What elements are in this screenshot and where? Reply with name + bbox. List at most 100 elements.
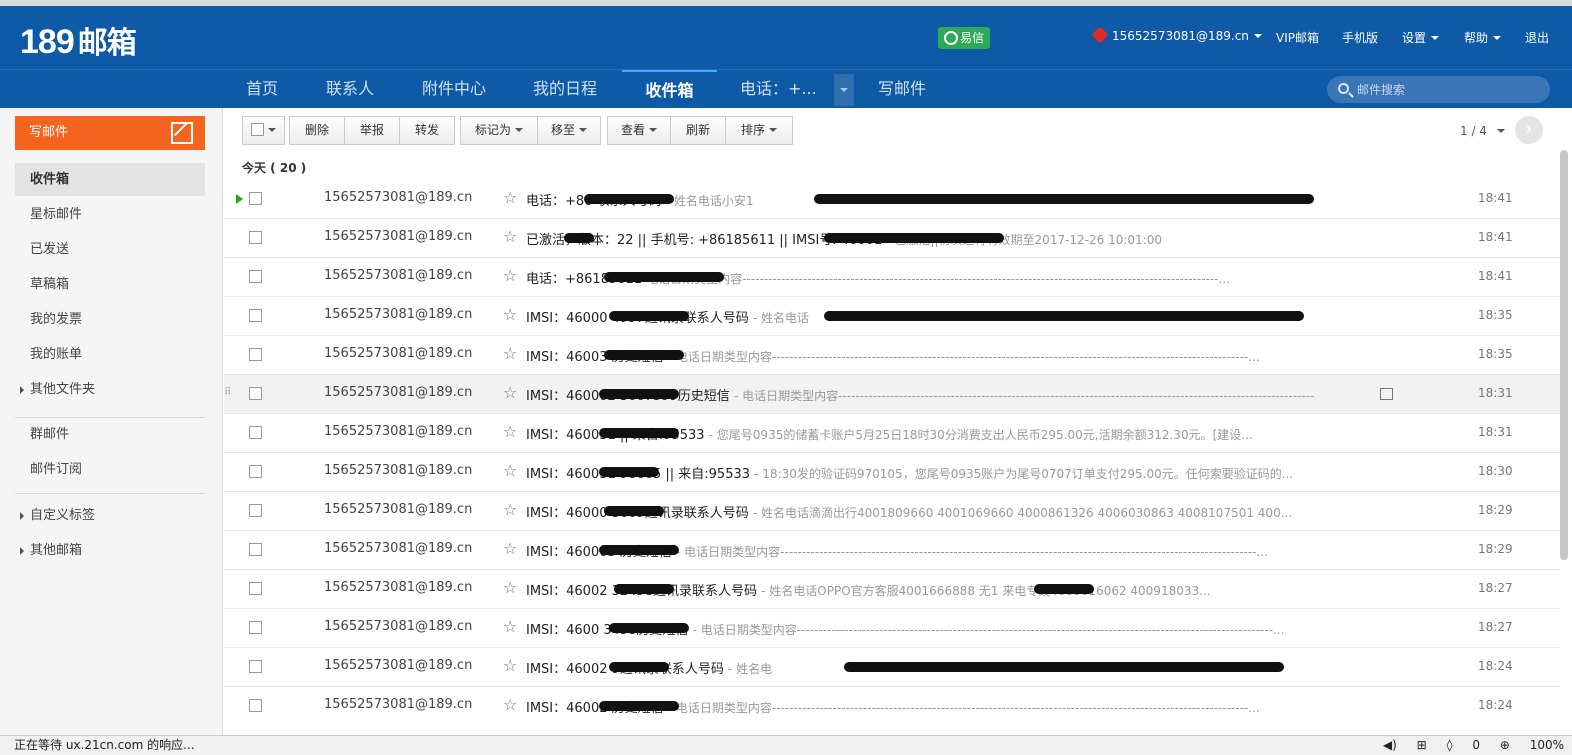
tab-inbox[interactable]: 收件箱 [622,70,717,109]
logo[interactable]: 189 邮箱 [20,18,137,62]
star-icon[interactable]: ☆ [503,266,517,285]
email-row[interactable]: 15652573081@189.cn☆IMSI：460003 历史短信 - 电话… [224,531,1560,570]
sidebar-item-custom-tags[interactable]: 自定义标签 [15,499,205,532]
sidebar-item-inbox[interactable]: 收件箱 [15,163,205,196]
calendar-icon[interactable] [1380,388,1393,400]
search-input[interactable] [1357,76,1542,103]
email-row[interactable]: 15652573081@189.cn☆IMSI：46000 4997通讯录联系人… [224,297,1560,336]
star-icon[interactable]: ☆ [503,422,517,441]
star-icon[interactable]: ☆ [503,695,517,714]
tab-home[interactable]: 首页 [246,70,278,109]
email-checkbox[interactable] [249,192,262,205]
move-to-dropdown[interactable]: 移至 [537,116,601,145]
refresh-button[interactable]: 刷新 [670,116,726,145]
shield-icon: ◊ [1446,738,1453,752]
star-icon[interactable]: ☆ [503,656,517,675]
tab-compose[interactable]: 写邮件 [878,70,926,109]
star-icon[interactable]: ☆ [503,344,517,363]
email-row[interactable]: 15652573081@189.cn ☆ 已激活，版本：22 || 手机号: +86… [224,219,1560,258]
email-row[interactable]: 15652573081@189.cn☆IMSI：46002 9通讯录联系人号码 … [224,648,1560,687]
email-row[interactable]: 15652573081@189.cn☆IMSI：4600 3458历史短信 - … [224,609,1560,648]
redaction-mark [1034,584,1094,594]
edit-icon [171,122,193,144]
sidebar-item-other-mailboxes[interactable]: 其他邮箱 [15,534,205,567]
sort-dropdown[interactable]: 排序 [725,116,793,145]
sidebar-item-bills[interactable]: 我的账单 [15,338,205,371]
tab-attachments[interactable]: 附件中心 [422,70,486,109]
email-row[interactable]: 15652573081@189.cn☆IMSI：460031 || 来自:955… [224,414,1560,453]
redaction-mark [599,701,679,711]
email-checkbox[interactable] [249,621,262,634]
email-checkbox[interactable] [249,387,262,400]
mark-as-dropdown[interactable]: 标记为 [460,116,538,145]
sidebar-item-other-folders[interactable]: 其他文件夹 [15,373,205,406]
email-checkbox[interactable] [249,309,262,322]
scrollbar[interactable] [1560,150,1568,560]
chevron-down-icon [1253,34,1262,38]
help-menu[interactable]: 帮助 [1464,29,1502,46]
sidebar-item-subscriptions[interactable]: 邮件订阅 [15,453,205,486]
report-button[interactable]: 举报 [344,116,400,145]
email-row[interactable]: 15652573081@189.cn ☆ IMSI：46002 32458通讯录联系… [224,570,1560,609]
next-page-button[interactable]: › [1515,116,1543,144]
compose-button[interactable]: 写邮件 [15,116,205,150]
email-row[interactable]: 15652573081@189.cn ☆ IMSI：46000 3669通讯录联系人… [224,492,1560,531]
email-time: 18:31 [1478,425,1513,439]
delete-button[interactable]: 删除 [289,116,345,145]
tab-schedule[interactable]: 我的日程 [533,70,597,109]
select-all-checkbox[interactable] [251,123,264,136]
email-row[interactable]: 15652573081@189.cn☆IMSI：460031 98665 || … [224,453,1560,492]
view-dropdown[interactable]: 查看 [607,116,671,145]
sidebar-item-drafts[interactable]: 草稿箱 [15,268,205,301]
email-sender: 15652573081@189.cn [324,424,473,439]
email-checkbox[interactable] [249,699,262,712]
sidebar-item-sent[interactable]: 已发送 [15,233,205,266]
sidebar-item-invoices[interactable]: 我的发票 [15,303,205,336]
tab-contacts[interactable]: 联系人 [326,70,374,109]
tab-phone[interactable]: 电话：+... [740,70,817,109]
page-indicator: 1 / 4 [1460,124,1487,138]
email-checkbox[interactable] [249,231,262,244]
email-row[interactable]: 15652573081@189.cn ☆ 电话：+86185611 电话日期类型内容… [224,258,1560,297]
email-row[interactable]: 15652573081@189.cn☆电话：+86 联系人号码 - 姓名电话小安… [224,180,1560,219]
forward-button[interactable]: 转发 [399,116,455,145]
select-all-dropdown[interactable] [242,116,285,145]
settings-menu[interactable]: 设置 [1402,29,1440,46]
logout-link[interactable]: 退出 [1525,29,1549,46]
email-checkbox[interactable] [249,348,262,361]
email-checkbox[interactable] [249,543,262,556]
star-icon[interactable]: ☆ [503,188,517,207]
vip-link[interactable]: VIP邮箱 [1276,29,1319,46]
redaction-mark [599,389,679,399]
drag-handle-icon[interactable]: ⠿ [224,387,231,398]
search-box[interactable] [1327,76,1550,103]
email-sender: 15652573081@189.cn [324,346,473,361]
email-checkbox[interactable] [249,270,262,283]
email-row[interactable]: 15652573081@189.cn ☆ IMSI：46003 历史短信 - 电话日… [224,336,1560,375]
star-icon[interactable]: ☆ [503,578,517,597]
redaction-mark [564,233,594,243]
email-checkbox[interactable] [249,582,262,595]
email-row[interactable]: 15652573081@189.cn ☆ IMSI：46002 历史短信 - 电话日… [224,687,1560,725]
yixin-button[interactable]: 易信 [938,27,991,49]
sidebar-item-starred[interactable]: 星标邮件 [15,198,205,231]
mobile-link[interactable]: 手机版 [1342,29,1378,46]
star-icon[interactable]: ☆ [503,617,517,636]
account-menu[interactable]: 15652573081@189.cn [1091,26,1262,44]
chevron-down-icon [268,128,276,132]
email-row[interactable]: ⠿15652573081@189.cn☆IMSI：460002 3667599历… [224,375,1560,414]
email-checkbox[interactable] [249,504,262,517]
tab-overflow-dropdown[interactable] [834,74,854,106]
email-checkbox[interactable] [249,426,262,439]
star-icon[interactable]: ☆ [503,539,517,558]
pager-select[interactable]: 1 / 4 [1460,124,1505,138]
email-checkbox[interactable] [249,465,262,478]
star-icon[interactable]: ☆ [503,383,517,402]
star-icon[interactable]: ☆ [503,500,517,519]
star-icon[interactable]: ☆ [503,227,517,246]
email-checkbox[interactable] [249,660,262,673]
star-icon[interactable]: ☆ [503,305,517,324]
sidebar-item-group-mail[interactable]: 群邮件 [15,418,205,451]
zoom-level[interactable]: 100% [1530,738,1564,752]
star-icon[interactable]: ☆ [503,461,517,480]
